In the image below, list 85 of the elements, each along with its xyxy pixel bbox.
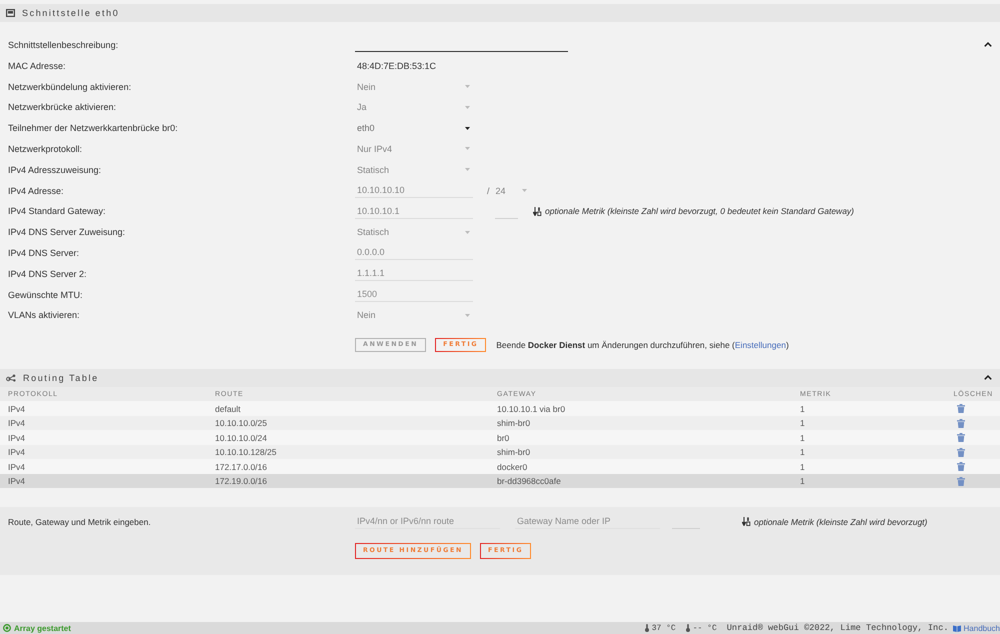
table-cell-text: 1 [800,404,806,414]
chevron-up-icon[interactable] [984,375,992,380]
book-icon [952,624,961,632]
table-cell-text: shim-br0 [497,447,532,458]
trash-icon[interactable] [957,433,965,442]
temperature-text: -- °C [692,624,717,632]
field-label: Gewünschte MTU: [8,290,84,300]
caret-icon [465,85,470,88]
field-label: IPv4 Adresszuweisung: [8,164,102,175]
table-cell-text: 1 [800,476,806,486]
field-label: Schnittstellenbeschreibung: [8,40,120,50]
table-cell-text: 172.19.0.0/16 [215,476,268,486]
field-label: IPv4 DNS Server 2: [8,268,88,279]
gateway-field[interactable]: Gateway Name oder IP [515,514,660,530]
sort-icon [533,206,542,216]
caret-icon [465,147,470,150]
field-label: IPv4 Adresse: [8,186,65,196]
caret-icon [465,230,470,234]
table-row[interactable]: IPv4 default 10.10.10.1 via br0 1 [0,401,1000,416]
metric-hint: optionale Metrik (kleinste Zahl wird bevorzugt) [754,516,928,527]
field-label: IPv4 DNS Server: [8,248,80,258]
table-cell-text: IPv4 [8,404,26,414]
temperature-text: 37 °C [652,624,676,632]
field-label: Netzwerkbündelung aktivieren: [8,82,132,92]
table-cell-text: IPv4 [8,447,26,458]
field-label: Netzwerkprotokoll: [8,144,84,154]
table-cell-text: 10.10.10.128/25 [215,447,278,458]
field-label: MAC Adresse: [8,60,67,71]
add-route-label: Route, Gateway und Metrik eingeben. [8,516,152,527]
dropdown[interactable]: eth0 [355,120,473,136]
table-cell-text: docker0 [497,462,528,472]
array-status-text: Array gestartet [14,624,71,632]
table-cell-text: 10.10.10.1 via br0 [497,404,566,414]
table-cell-text: default [215,404,242,414]
table-cell-text: IPv4 [8,462,26,472]
panel-title: Schnittstelle eth0 [22,8,120,18]
table-cell-text: 1 [800,432,806,443]
field-label: IPv4 Standard Gateway: [8,206,107,216]
trash-icon[interactable] [957,448,965,457]
caret-icon [465,314,470,317]
sort-icon [742,517,751,526]
table-cell-text: br0 [497,432,510,443]
chevron-up-icon[interactable] [984,42,992,48]
panel-title: Routing Table [23,372,99,383]
thermometer-icon [644,624,649,632]
copyright-text: Unraid® webGui ©2022, Lime Technology, Inc. [726,623,949,633]
table-row[interactable]: IPv4 10.10.10.0/24 br0 1 [0,430,1000,445]
table-cell-text: IPv4 [8,476,26,486]
field-label: Teilnehmer der Netzwerkkartenbrücke br0: [8,123,179,134]
manual-link[interactable]: Handbuch [964,624,1000,632]
table-cell-text: 1 [800,462,806,472]
metric-hint: optionale Metrik (kleinste Zahl wird bevorzugt, 0 bedeutet kein Standard Gateway) [545,206,854,216]
thermometer-icon [686,624,690,632]
table-cell-text: 1 [800,447,806,458]
mac-address-text: 48:4D:7E:DB:53:1C [356,60,436,71]
field-label: Netzwerkbrücke aktivieren: [8,102,118,112]
table-cell-text: br-dd3968cc0afe [497,476,562,486]
trash-icon[interactable] [957,404,965,414]
table-row[interactable]: IPv4 172.17.0.0/16 docker0 1 [0,459,1000,474]
table-cell-text: 1 [800,418,806,428]
table-row[interactable]: IPv4 10.10.10.0/25 shim-br0 1 [0,416,1000,430]
caret-icon [465,126,470,130]
docker-notice: Beende Docker Dienst um Änderungen durchzuführen, siehe (Einstellungen) [496,340,789,350]
table-cell-text: IPv4 [8,432,26,443]
table-cell-text: 172.17.0.0/16 [215,462,268,472]
table-row[interactable]: IPv4 172.19.0.0/16 br-dd3968cc0afe 1 [0,474,1000,488]
table-row[interactable]: IPv4 10.10.10.128/25 shim-br0 1 [0,444,1000,460]
route-field[interactable]: IPv4/nn or IPv6/nn route [355,514,500,530]
nodes-icon [6,374,16,382]
caret-icon [465,106,470,109]
field-label: VLANs aktivieren: [8,310,81,320]
caret-icon [522,189,527,192]
status-circle-icon [3,624,11,632]
table-cell-text: 10.10.10.0/25 [215,418,268,428]
field-label: IPv4 DNS Server Zuweisung: [8,227,126,238]
trash-icon[interactable] [957,462,965,472]
table-cell-text: IPv4 [8,418,26,428]
slash-text: / [487,186,490,196]
trash-icon[interactable] [957,418,965,428]
caret-icon [465,168,470,172]
settings-link[interactable]: Einstellungen [734,340,786,350]
table-cell-text: shim-br0 [497,418,532,428]
trash-icon[interactable] [957,476,965,486]
card-icon [6,9,15,17]
table-cell-text: 10.10.10.0/24 [215,432,268,443]
